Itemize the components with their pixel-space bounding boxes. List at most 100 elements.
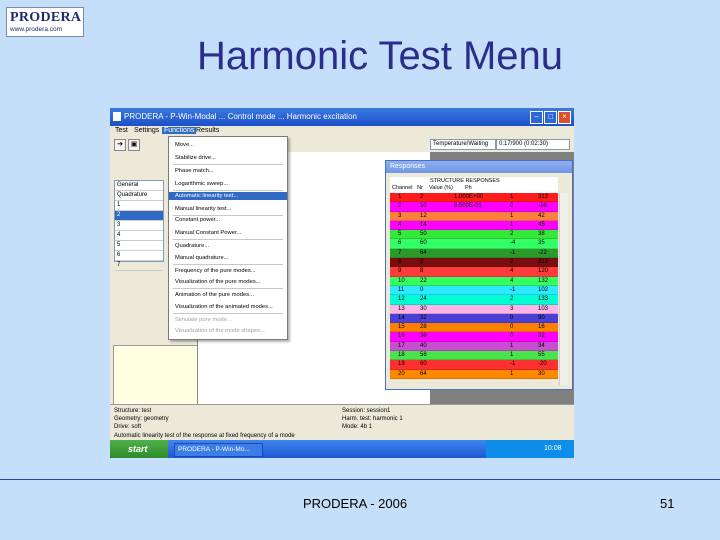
menu-item[interactable]: Constant power... — [169, 216, 287, 224]
table-cell: 60 — [420, 361, 427, 368]
menu-test[interactable]: Test — [115, 127, 128, 134]
status-harm-test: Harm. test: harmonic 1 — [342, 416, 403, 422]
status-geometry: Geometry: geometry — [114, 416, 169, 422]
windows-taskbar: start PRODERA - P-Win-Mo... 10:08 — [110, 440, 574, 458]
table-cell: 8 — [420, 268, 424, 275]
table-cell: 16 — [538, 324, 545, 331]
menu-item[interactable]: Logarithmic sweep... — [169, 180, 287, 188]
table-row[interactable]: 5 50 2 38 — [390, 230, 558, 240]
table-cell: 50 — [420, 231, 427, 238]
table-cell: 4 — [398, 221, 402, 228]
menu-item[interactable]: Visualization of the animated modes... — [169, 303, 287, 311]
table-cell: 22 — [420, 277, 427, 284]
table-cell: 4 — [510, 277, 514, 284]
start-button[interactable]: start — [110, 440, 168, 458]
table-row[interactable]: 3 12 1 42 — [390, 211, 558, 221]
table-row[interactable]: 2 10 8.500E-01 0 -16 — [390, 202, 558, 212]
list-item[interactable]: 1 — [115, 201, 163, 211]
table-row[interactable]: 6 60 -4 35 — [390, 239, 558, 249]
table-cell: 0 — [510, 203, 514, 210]
pointer-tool-icon[interactable]: ➔ — [114, 139, 126, 151]
taskbar-item[interactable]: PRODERA - P-Win-Mo... — [174, 443, 263, 457]
close-icon[interactable]: × — [558, 111, 571, 124]
table-cell: 13 — [398, 305, 405, 312]
list-item[interactable]: 6 — [115, 251, 163, 261]
menu-item[interactable]: Automatic linearity test... — [169, 191, 287, 200]
table-row[interactable]: 15 28 0 16 — [390, 323, 558, 333]
table-cell: -1 — [510, 361, 516, 368]
table-row[interactable]: 13 30 3 103 — [390, 304, 558, 314]
list-item[interactable]: 4 — [115, 231, 163, 241]
table-row[interactable]: 20 64 1 30 — [390, 369, 558, 379]
status-combo[interactable]: Temperature/Waiting — [430, 139, 496, 150]
menu-item[interactable]: Manual Constant Power... — [169, 229, 287, 237]
table-row[interactable]: 4 14 1 45 — [390, 220, 558, 231]
responses-table: 1 2 1.000E+00 1 313 2 10 8.500E-01 0 -16 3 12 1 42 4 14… — [390, 193, 558, 385]
table-row[interactable]: 19 60 -1 -20 — [390, 360, 558, 370]
table-cell: 90 — [538, 314, 545, 321]
list-item[interactable]: Quadrature — [115, 191, 163, 201]
table-row[interactable]: 9 8 4 120 — [390, 267, 558, 277]
table-row[interactable]: 10 22 4 132 — [390, 276, 558, 286]
table-row[interactable]: 11 0 -1 102 — [390, 285, 558, 296]
menu-item[interactable]: Visualization of the pure modes... — [169, 278, 287, 286]
time-combo[interactable]: 0:17/900 (0:02:30) — [496, 139, 570, 150]
table-cell: 32 — [420, 314, 427, 321]
list-item[interactable]: 2 — [115, 211, 163, 221]
menu-item[interactable]: Animation of the pure modes... — [169, 291, 287, 299]
list-item[interactable]: 5 — [115, 241, 163, 251]
table-cell: 1 — [510, 370, 514, 377]
table-cell: 16 — [398, 333, 405, 340]
table-cell: 42 — [538, 212, 545, 219]
menu-functions[interactable]: Functions — [162, 127, 197, 134]
table-cell: 2 — [510, 259, 514, 266]
app-icon — [113, 112, 121, 121]
menu-item[interactable]: Manual linearity test... — [169, 205, 287, 213]
table-cell: 12 — [420, 212, 427, 219]
table-cell: 45 — [538, 221, 545, 228]
table-cell: 7 — [398, 249, 402, 256]
list-item[interactable]: General — [115, 181, 163, 191]
menu-bar: Test Settings Functions Results — [110, 126, 574, 136]
maximize-icon[interactable]: □ — [544, 111, 557, 124]
table-row[interactable]: 12 24 2 133 — [390, 295, 558, 305]
logo-name: PRODERA — [10, 10, 82, 25]
table-cell: -1 — [510, 249, 516, 256]
table-cell: 0 — [420, 286, 424, 293]
table-cell: 5 — [398, 231, 402, 238]
table-cell: 4 — [510, 268, 514, 275]
table-cell: 0 — [510, 324, 514, 331]
table-row[interactable]: 18 58 1 55 — [390, 351, 558, 361]
table-row[interactable]: 14 32 0 90 — [390, 313, 558, 324]
table-cell: 12 — [398, 296, 405, 303]
list-item[interactable]: 3 — [115, 221, 163, 231]
table-cell: 35 — [538, 240, 545, 247]
table-cell: 3 — [398, 212, 402, 219]
table-cell: 60 — [420, 240, 427, 247]
table-cell: 1 — [510, 352, 514, 359]
table-row[interactable]: 8 2 2 313 — [390, 258, 558, 268]
minimize-icon[interactable]: – — [530, 111, 543, 124]
menu-item[interactable]: Manual quadrature... — [169, 254, 287, 262]
menu-separator — [173, 312, 283, 314]
menu-item[interactable]: Frequency of the pure modes... — [169, 267, 287, 275]
table-row[interactable]: 16 36 0 32 — [390, 332, 558, 342]
save-icon[interactable]: ▣ — [128, 139, 140, 151]
menu-item[interactable]: Quadrature... — [169, 242, 287, 250]
responses-scrollbar[interactable] — [559, 193, 568, 385]
menu-item[interactable]: Move... — [169, 141, 287, 149]
menu-item: Simulate pure mode... — [175, 316, 232, 323]
footer-divider — [0, 479, 720, 480]
menu-settings[interactable]: Settings — [134, 127, 159, 134]
list-item[interactable]: 7 — [115, 261, 163, 271]
table-row[interactable]: 7 64 -1 -22 — [390, 248, 558, 259]
table-cell: -1 — [510, 286, 516, 293]
table-row[interactable]: 17 40 1 34 — [390, 341, 558, 352]
table-cell: 0 — [510, 333, 514, 340]
table-row[interactable]: 1 2 1.000E+00 1 313 — [390, 193, 558, 203]
menu-item[interactable]: Stabilize drive... — [169, 154, 287, 162]
menu-results[interactable]: Results — [196, 127, 219, 134]
menu-item[interactable]: Phase match... — [169, 167, 287, 175]
channel-list[interactable]: General Quadrature 1 2 3 4 5 6 7 — [114, 180, 164, 271]
table-cell: 24 — [420, 296, 427, 303]
